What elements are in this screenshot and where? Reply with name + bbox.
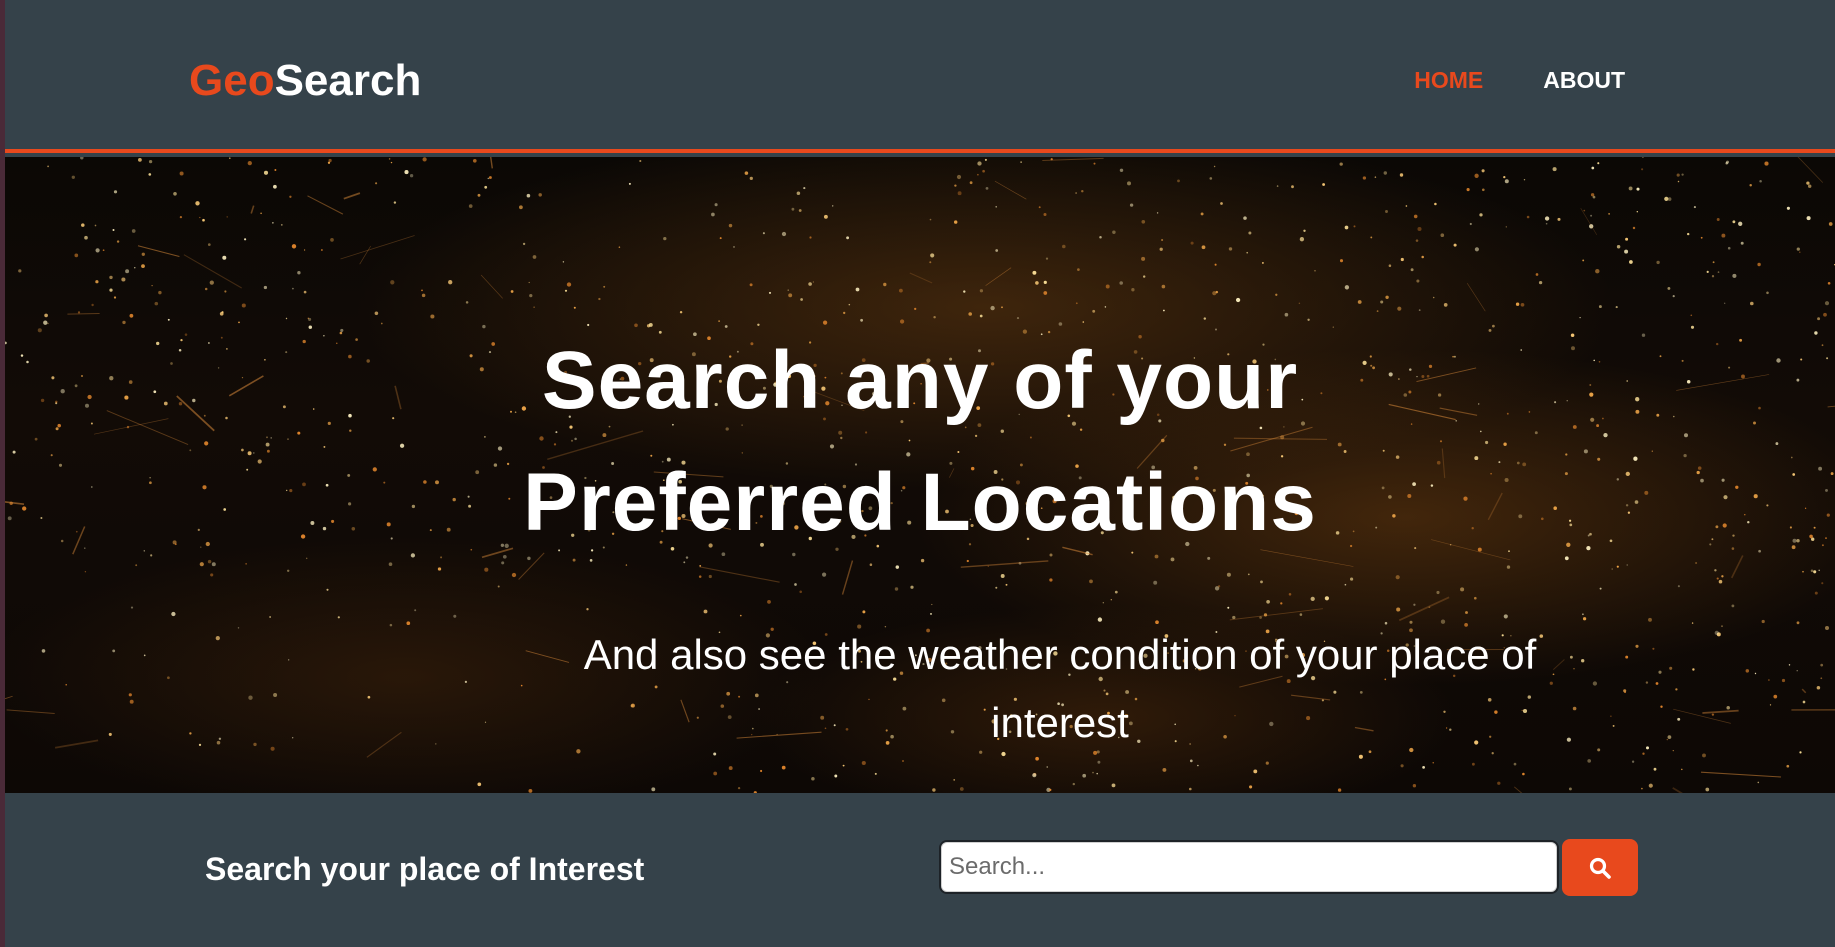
page: GeoSearch HOME ABOUT Search any of your … xyxy=(0,0,1835,947)
search-section: Search your place of Interest xyxy=(5,793,1835,947)
search-button[interactable] xyxy=(1562,839,1638,896)
logo-accent-text: Geo xyxy=(189,56,275,105)
site-logo[interactable]: GeoSearch xyxy=(189,56,421,106)
nav-about-link[interactable]: ABOUT xyxy=(1543,66,1625,94)
search-icon xyxy=(1589,857,1611,879)
site-header: GeoSearch HOME ABOUT xyxy=(5,0,1835,153)
hero-subtitle: And also see the weather condition of yo… xyxy=(583,631,1537,746)
nav-home-link[interactable]: HOME xyxy=(1414,66,1483,94)
hero-banner: Search any of your Preferred Locations A… xyxy=(5,157,1835,793)
search-input[interactable] xyxy=(939,840,1559,894)
main-nav: HOME ABOUT xyxy=(1414,66,1625,94)
logo-main-text: Search xyxy=(274,56,422,105)
hero-title: Search any of your Preferred Locations xyxy=(523,335,1317,548)
search-label: Search your place of Interest xyxy=(205,851,645,887)
